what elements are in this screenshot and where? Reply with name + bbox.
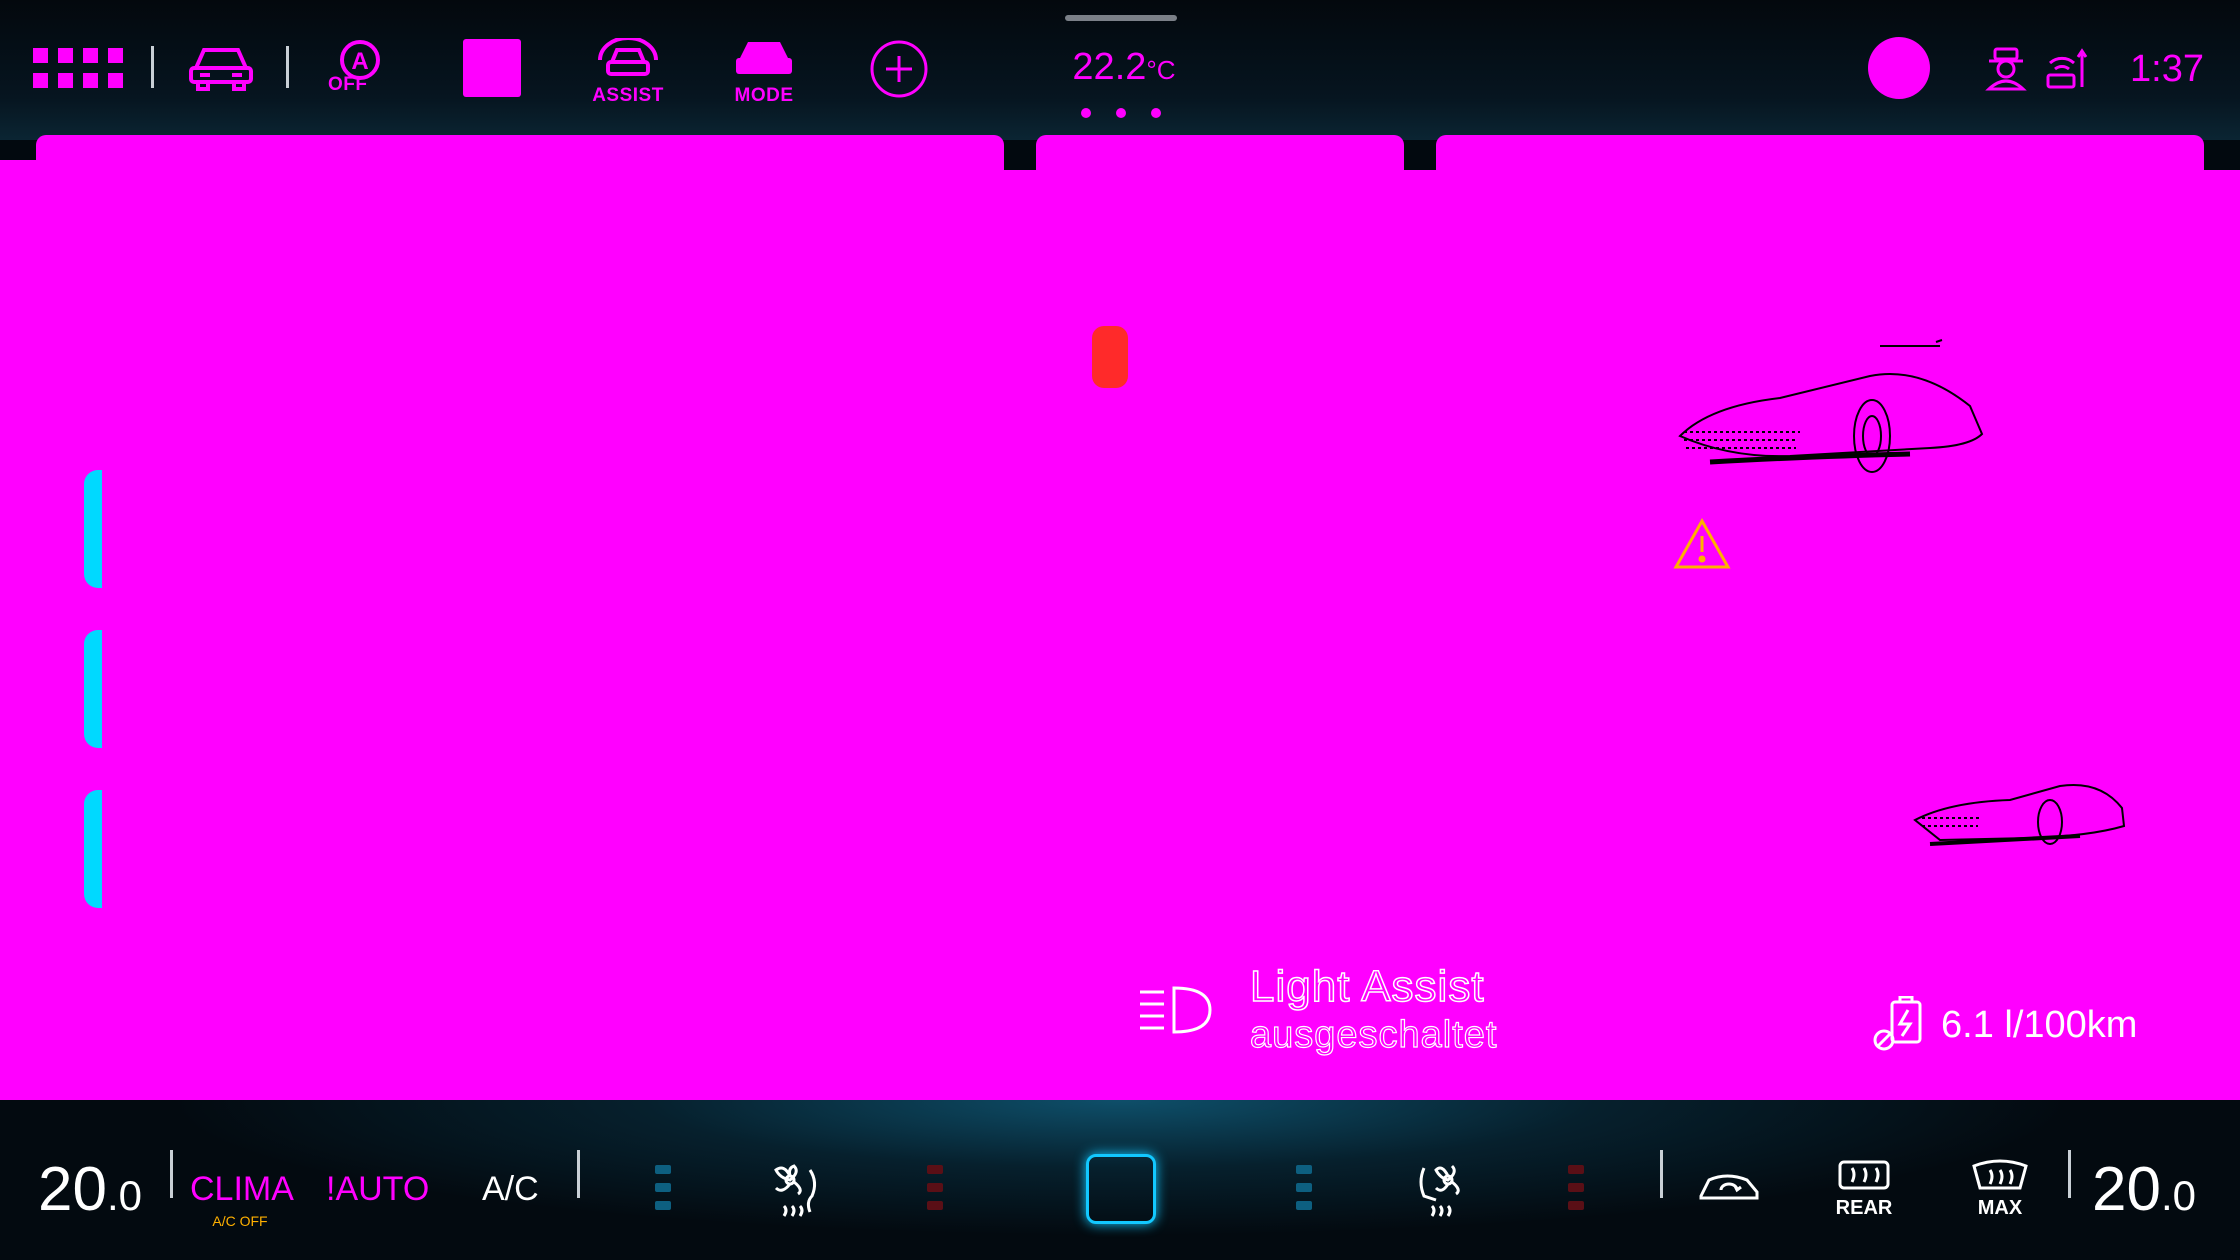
profile-avatar[interactable]: [1868, 37, 1930, 99]
divider: [170, 1150, 173, 1198]
outside-temp-value: 22.2: [1072, 46, 1147, 88]
vehicle-image-front: [1670, 336, 1990, 491]
widget-tab-1[interactable]: [84, 470, 108, 588]
apps-grid-icon[interactable]: [33, 48, 123, 93]
assist-button[interactable]: ASSIST: [590, 36, 666, 107]
left-temperature[interactable]: 20.0: [38, 1154, 142, 1225]
max-defrost-button[interactable]: MAX: [1970, 1158, 2030, 1220]
right-temp-int: 20: [2092, 1155, 2161, 1224]
rear-label: REAR: [1835, 1197, 1893, 1219]
vehicle-image-parking: [1910, 750, 2130, 865]
clock: 1:37: [2130, 48, 2204, 90]
clima-button[interactable]: CLIMA A/C OFF: [190, 1170, 294, 1229]
driver-profile-icon[interactable]: [1985, 47, 2027, 96]
climate-menu-button[interactable]: [1086, 1154, 1156, 1224]
left-fan-level[interactable]: [655, 1165, 671, 1219]
divider: [577, 1150, 580, 1198]
page-dot: [1151, 108, 1161, 118]
auto-hold-off-button[interactable]: A OFF: [324, 38, 392, 95]
pull-down-handle[interactable]: [1065, 15, 1177, 21]
clima-label: CLIMA: [190, 1170, 294, 1208]
light-assist-status: ausgeschaltet: [1249, 1013, 1498, 1056]
warning-icon[interactable]: [1673, 517, 1731, 575]
max-defrost-icon: [1972, 1159, 2028, 1190]
right-temp-dec: .0: [2160, 1172, 2196, 1219]
car-icon[interactable]: [188, 42, 254, 97]
divider: [1660, 1150, 1663, 1198]
light-assist-title: Light Assist: [1249, 961, 1485, 1012]
outside-temperature: 22.2°C: [1064, 46, 1184, 89]
divider: [286, 46, 289, 88]
right-fan-level[interactable]: [1296, 1165, 1312, 1219]
left-temp-dec: .0: [106, 1172, 142, 1219]
widget-tab-3[interactable]: [84, 790, 108, 908]
max-label: MAX: [1977, 1197, 2023, 1219]
connectivity-icon[interactable]: [2044, 47, 2090, 96]
status-indicator-red: [1092, 326, 1128, 388]
recirculation-icon[interactable]: [1697, 1170, 1761, 1209]
divider: [151, 46, 154, 88]
shortcut-tile[interactable]: [463, 39, 521, 97]
page-indicator[interactable]: [1081, 108, 1161, 118]
drive-mode-icon: [736, 42, 792, 74]
left-panel-edge: [0, 160, 40, 1100]
add-icon[interactable]: [870, 40, 928, 103]
right-panel-fill: [1436, 170, 2240, 1100]
mode-label: MODE: [734, 85, 794, 106]
fuel-consumption: 6.1 l/100km: [1941, 1004, 2138, 1046]
left-temp-int: 20: [38, 1155, 107, 1224]
assist-icon: [598, 36, 658, 76]
light-assist-message: Light Assist ausgeschaltet: [1249, 961, 1498, 1057]
rear-defrost-icon: [1838, 1160, 1890, 1190]
climate-bar: 20.0 CLIMA A/C OFF !AUTO A/C REAR MAX 20…: [0, 1100, 2240, 1260]
top-status-bar: A OFF ASSIST MODE 22.2°C 1:37: [0, 0, 2240, 140]
left-seat-heat-level[interactable]: [927, 1165, 943, 1219]
outside-temp-unit: °C: [1146, 55, 1176, 85]
page-dot: [1081, 108, 1091, 118]
widget-tab-2[interactable]: [84, 630, 108, 748]
auto-button[interactable]: !AUTO: [326, 1170, 429, 1209]
auto-hold-label: OFF: [328, 74, 368, 95]
seat-heat-icon[interactable]: [1414, 1162, 1470, 1225]
ac-button[interactable]: A/C: [482, 1170, 539, 1209]
page-dot: [1116, 108, 1126, 118]
assist-label: ASSIST: [592, 85, 664, 106]
headlight-icon: [1138, 984, 1212, 1041]
divider: [2068, 1150, 2071, 1198]
svg-text:A: A: [351, 48, 368, 75]
rear-defrost-button[interactable]: REAR: [1834, 1158, 1894, 1220]
right-temperature[interactable]: 20.0: [2092, 1154, 2196, 1225]
battery-charge-icon: [1872, 995, 1928, 1057]
drive-mode-button[interactable]: MODE: [726, 38, 802, 107]
right-seat-heat-level[interactable]: [1568, 1165, 1584, 1219]
fan-icon[interactable]: [770, 1162, 826, 1225]
ac-off-label: A/C OFF: [212, 1213, 268, 1229]
left-widget-panel[interactable]: [36, 135, 1004, 1110]
